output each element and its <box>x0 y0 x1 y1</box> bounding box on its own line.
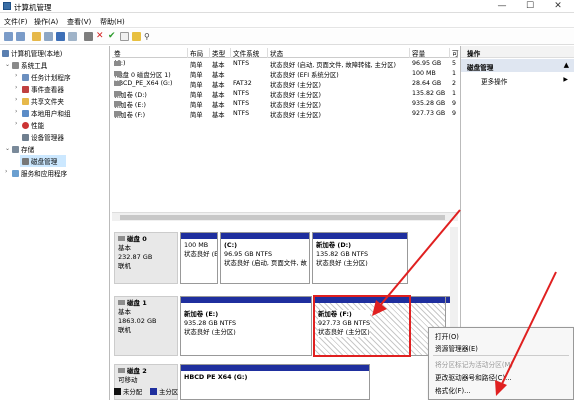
arrowhead-format <box>495 380 507 396</box>
annotation-arrows <box>372 209 557 396</box>
arrowhead-partition <box>372 300 387 316</box>
arrow-to-format <box>499 271 557 389</box>
arrow-to-partition <box>377 209 461 309</box>
